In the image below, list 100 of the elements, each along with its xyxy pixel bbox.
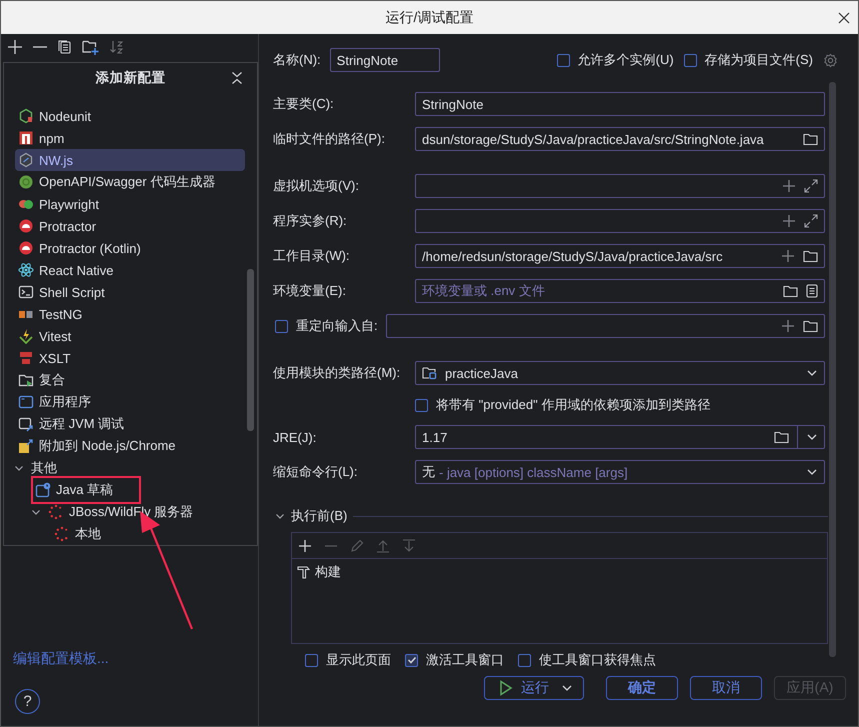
tree-item[interactable]: XSLT [4, 347, 245, 369]
hammer-icon [297, 565, 311, 579]
window-clock-icon [35, 482, 51, 498]
helmet-icon [18, 240, 34, 256]
edit-templates-link[interactable]: 编辑配置模板... [1, 650, 258, 675]
field-label: 工作目录(W): [273, 247, 351, 265]
tree-item[interactable]: TestNG [4, 303, 245, 325]
gear-icon[interactable] [823, 52, 838, 68]
input-field[interactable] [415, 209, 825, 233]
checkbox[interactable] [415, 398, 428, 412]
input-field[interactable]: /home/redsun/storage/StudyS/Java/practiceJava/src [415, 244, 825, 268]
scrollbar[interactable] [829, 82, 836, 657]
tree-item[interactable]: npm [4, 127, 245, 149]
atom-icon [18, 262, 34, 278]
tree-item[interactable]: Protractor (Kotlin) [4, 237, 245, 259]
folder-icon[interactable] [803, 132, 818, 146]
field-label: 虚拟机选项(V): [273, 177, 360, 195]
window-title: 运行/调试配置 [386, 8, 474, 26]
bolt-icon [18, 328, 34, 344]
dropdown[interactable]: 无 - java [options] className [args] [415, 460, 825, 484]
checkbox[interactable] [518, 654, 531, 666]
field-label: 环境变量(E): [273, 282, 347, 300]
tree-item[interactable]: Vitest [4, 325, 245, 347]
folder-icon[interactable] [774, 430, 789, 444]
folder-icon[interactable] [783, 284, 798, 298]
tree-item[interactable]: Shell Script [4, 281, 245, 303]
dropdown[interactable]: practiceJava [415, 361, 825, 385]
close-icon[interactable] [838, 12, 850, 24]
task-item[interactable]: 构建 [292, 559, 827, 585]
tree-item[interactable]: Nodeunit [4, 105, 245, 127]
checkbox-label: 允许多个实例(U) [578, 51, 674, 69]
module-folder-icon [422, 366, 437, 380]
input-field[interactable]: StringNote [415, 92, 825, 116]
pencil-icon[interactable] [350, 538, 364, 552]
dropdown-hint: - java [options] className [args] [439, 464, 628, 480]
sort-icon[interactable] [109, 39, 125, 55]
checkbox[interactable] [405, 654, 418, 666]
folder-icon[interactable] [803, 249, 818, 263]
tree-item[interactable]: 应用程序 [4, 391, 245, 413]
dotted-ring-icon [54, 526, 70, 542]
section-title: 执行前(B) [291, 507, 348, 525]
jre-field[interactable]: 1.17 [415, 425, 825, 449]
tree-item[interactable]: NW.js [15, 149, 245, 171]
chevron-icon[interactable] [14, 463, 24, 473]
tree-item[interactable]: JBoss/WildFly 服务器 [4, 501, 245, 523]
expand-icon[interactable] [804, 214, 818, 228]
chevron-icon[interactable] [275, 511, 285, 521]
scrollbar[interactable] [247, 269, 254, 431]
new-folder-icon[interactable] [82, 39, 100, 55]
help-button[interactable]: ? [15, 689, 40, 714]
checkbox-label: 使工具窗口获得焦点 [539, 651, 656, 669]
field-label: JRE(J): [273, 430, 318, 444]
tree-item[interactable]: 附加到 Node.js/Chrome [4, 435, 245, 457]
tree-item[interactable]: Playwright [4, 193, 245, 215]
move-up-icon[interactable] [376, 538, 390, 552]
dialog-button[interactable]: 取消 [690, 676, 762, 700]
tree-item[interactable]: 远程 JVM 调试 [4, 413, 245, 435]
document-icon[interactable] [806, 284, 818, 298]
input-field[interactable]: dsun/storage/StudyS/Java/practiceJava/src/StringNote.java [415, 127, 825, 151]
checkbox[interactable] [305, 654, 318, 666]
field-label: 临时文件的路径(P): [273, 130, 386, 148]
npm-icon [18, 130, 34, 146]
xslt-icon [18, 350, 34, 366]
checkbox[interactable] [275, 320, 288, 332]
checkbox-label: 重定向输入自: [296, 317, 378, 335]
tree-item[interactable]: Java 草稿 [4, 479, 245, 501]
input-field[interactable]: 环境变量或 .env 文件 [415, 279, 825, 303]
run-button[interactable]: 运行 [484, 676, 584, 700]
folder-icon[interactable] [803, 319, 818, 333]
tree-item[interactable]: 本地 [4, 523, 245, 545]
field-label: 主要类(C): [273, 95, 335, 113]
panel-title: 添加新配置 [96, 69, 166, 87]
tree-item[interactable]: React Native [4, 259, 245, 281]
field-label: 程序实参(R): [273, 212, 348, 230]
copy-icon[interactable] [57, 39, 73, 55]
checkbox-label: 将带有 "provided" 作用域的依赖项添加到类路径 [436, 396, 710, 414]
folder-play-icon [18, 372, 34, 388]
checkbox[interactable] [684, 54, 697, 66]
collapse-icon[interactable] [231, 71, 243, 85]
field-label: 名称(N): [273, 51, 321, 69]
field-label: 使用模块的类路径(M): [273, 364, 402, 382]
input-field[interactable] [386, 314, 825, 338]
circle-icon [18, 174, 34, 190]
tree-item[interactable]: Protractor [4, 215, 245, 237]
input-field[interactable] [415, 174, 825, 198]
field-label: 缩短命令行(L): [273, 463, 358, 481]
helmet-icon [18, 218, 34, 234]
ok-button[interactable]: 确定 [606, 676, 678, 700]
chevron-icon[interactable] [31, 507, 41, 517]
name-field[interactable]: StringNote [330, 48, 440, 72]
dotted-ring-icon [48, 504, 64, 520]
tree-item[interactable]: 其他 [4, 457, 245, 479]
tree-item[interactable]: 复合 [4, 369, 245, 391]
js-arrow-icon [18, 438, 34, 454]
move-down-icon[interactable] [402, 538, 416, 552]
expand-icon[interactable] [804, 179, 818, 193]
tree-item[interactable]: OpenAPI/Swagger 代码生成器 [4, 171, 245, 193]
hexagon-icon [18, 152, 34, 168]
checkbox[interactable] [556, 54, 570, 66]
checkbox-label: 激活工具窗口 [426, 651, 504, 669]
